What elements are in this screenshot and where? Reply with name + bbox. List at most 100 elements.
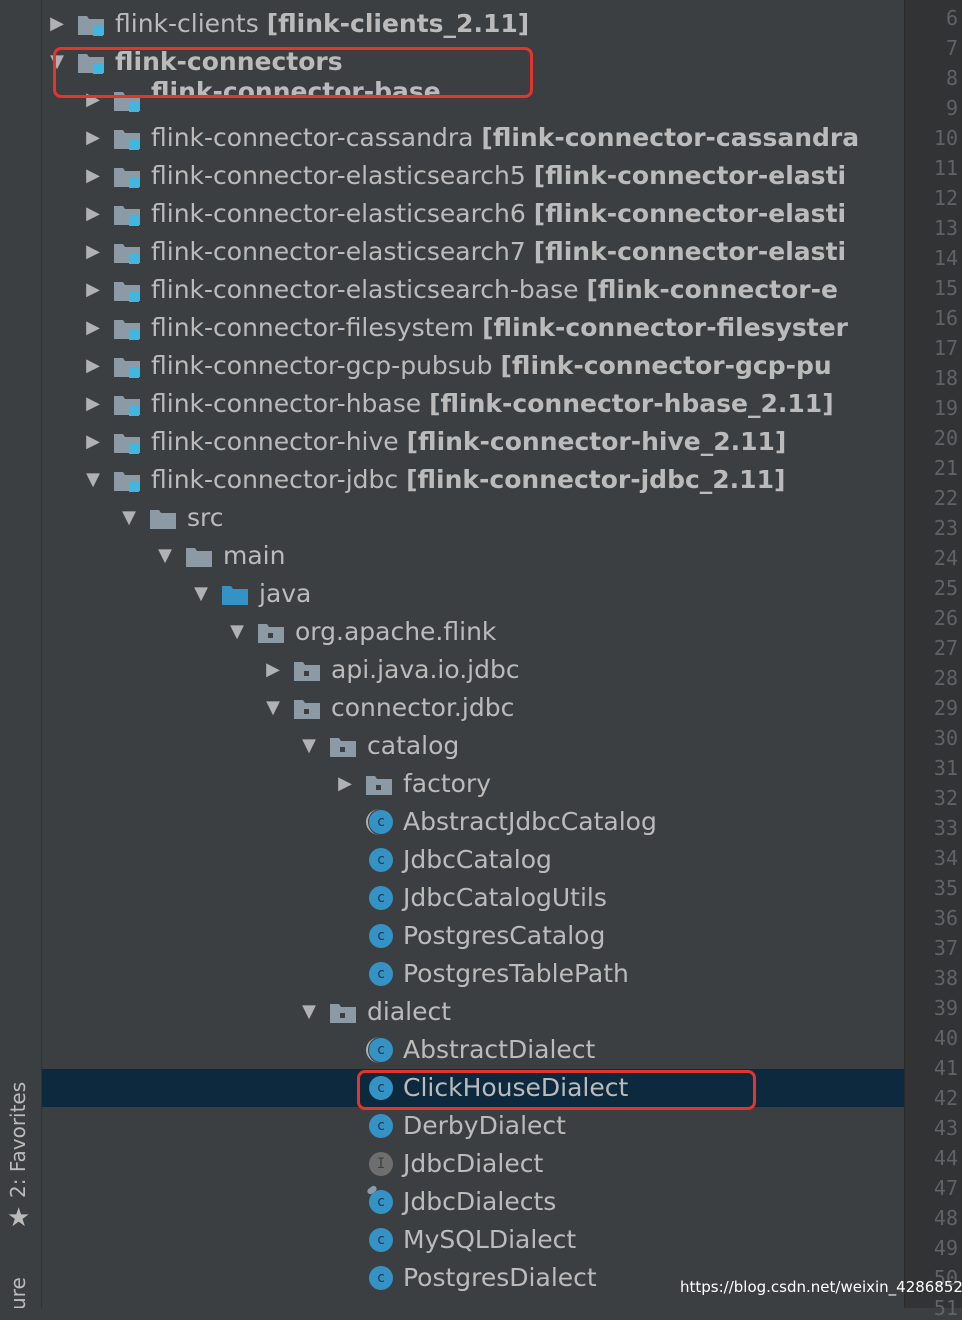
tree-row[interactable]: ▶ flink-clients [flink-clients_2.11]: [42, 5, 904, 43]
tree-row[interactable]: c JdbcCatalogUtils: [42, 879, 904, 917]
tree-item-label: src: [187, 499, 224, 537]
tree-row[interactable]: ▼ catalog: [42, 727, 904, 765]
expanded-arrow-icon[interactable]: ▼: [119, 499, 139, 537]
class-icon: c: [369, 886, 393, 910]
tree-row[interactable]: ▼ main: [42, 537, 904, 575]
module-icon: [77, 13, 105, 37]
collapsed-arrow-icon[interactable]: ▶: [83, 119, 103, 157]
module-icon: [113, 127, 141, 151]
module-icon: [113, 317, 141, 341]
line-number: 16: [933, 306, 958, 330]
tree-row[interactable]: c AbstractJdbcCatalog: [42, 803, 904, 841]
expanded-arrow-icon[interactable]: ▼: [155, 537, 175, 575]
tree-row[interactable]: ▶ flink-connector-elasticsearch6 [flink-c…: [42, 195, 904, 233]
module-name-suffix: [flink-connector-jdbc_2.11]: [406, 465, 786, 494]
tree-row[interactable]: ▼ flink-connector-jdbc [flink-connector-j…: [42, 461, 904, 499]
expanded-arrow-icon[interactable]: ▼: [191, 575, 211, 613]
tree-item-label: main: [223, 537, 285, 575]
line-number-gutter: 6 7 8 9 10 11 12 13 14 15 16 17 18 19 20 21 22 23 24 25 26 27…: [904, 0, 962, 1320]
item-name: org.apache.flink: [295, 617, 497, 646]
item-name: JdbcCatalogUtils: [403, 883, 607, 912]
expanded-arrow-icon[interactable]: ▼: [263, 689, 283, 727]
tree-item-label: flink-connector-elasticsearch-base [flin…: [151, 271, 838, 309]
item-name: JdbcCatalog: [403, 845, 552, 874]
tree-row[interactable]: ▶ factory: [42, 765, 904, 803]
tree-row[interactable]: c JdbcCatalog: [42, 841, 904, 879]
line-number: 44: [933, 1146, 958, 1170]
tree-row[interactable]: ▶ flink-connector-filesystem [flink-conne…: [42, 309, 904, 347]
expanded-arrow-icon[interactable]: ▼: [227, 613, 247, 651]
line-number: 13: [933, 216, 958, 240]
line-number: 51: [933, 1296, 958, 1320]
tree-row[interactable]: c PostgresCatalog: [42, 917, 904, 955]
tree-row[interactable]: ▶ flink-connector-elasticsearch-base [fli…: [42, 271, 904, 309]
expanded-arrow-icon[interactable]: ▼: [83, 461, 103, 499]
highlight-clickhouse-dialect: [357, 1070, 756, 1110]
tree-row[interactable]: ▶ flink-connector-hive [flink-connector-h…: [42, 423, 904, 461]
collapsed-arrow-icon[interactable]: ▶: [83, 195, 103, 233]
line-number: 35: [933, 876, 958, 900]
tree-row[interactable]: ▼ org.apache.flink: [42, 613, 904, 651]
abstract-class-icon: c: [366, 809, 393, 835]
tree-item-label: JdbcCatalogUtils: [403, 879, 607, 917]
module-icon: [113, 279, 141, 303]
tree-item-label: flink-connector-elasticsearch7 [flink-co…: [151, 233, 846, 271]
tree-row[interactable]: I JdbcDialect: [42, 1145, 904, 1183]
collapsed-arrow-icon[interactable]: ▶: [83, 233, 103, 271]
item-name: flink-connector-elasticsearch7: [151, 237, 526, 266]
interface-icon: I: [369, 1152, 393, 1176]
tree-row[interactable]: ▼ src: [42, 499, 904, 537]
collapsed-arrow-icon[interactable]: ▶: [83, 309, 103, 347]
tree-item-label: flink-connector-filesystem [flink-connec…: [151, 309, 848, 347]
line-number: 29: [933, 696, 958, 720]
tree-row[interactable]: ▶ flink-connector-hbase [flink-connector-…: [42, 385, 904, 423]
line-number: 41: [933, 1056, 958, 1080]
collapsed-arrow-icon[interactable]: ▶: [83, 271, 103, 309]
tree-row[interactable]: ▶ api.java.io.jdbc: [42, 651, 904, 689]
tree-row[interactable]: ▶ flink-connector-elasticsearch7 [flink-c…: [42, 233, 904, 271]
item-name: flink-connector-hbase: [151, 389, 422, 418]
tree-row[interactable]: c JdbcDialects: [42, 1183, 904, 1221]
star-icon[interactable]: ★: [7, 1205, 30, 1231]
collapsed-arrow-icon[interactable]: ▶: [335, 765, 355, 803]
class-icon: c: [369, 848, 393, 872]
collapsed-arrow-icon[interactable]: ▶: [83, 157, 103, 195]
tree-row[interactable]: c MySQLDialect: [42, 1221, 904, 1259]
collapsed-arrow-icon[interactable]: ▶: [83, 385, 103, 423]
module-icon: [113, 469, 141, 493]
collapsed-arrow-icon[interactable]: ▶: [83, 423, 103, 461]
item-name: AbstractJdbcCatalog: [403, 807, 657, 836]
item-name: flink-connector-elasticsearch-base: [151, 275, 579, 304]
item-name: JdbcDialects: [403, 1187, 557, 1216]
highlight-flink-connectors: [53, 47, 533, 98]
tree-row[interactable]: ▼ dialect: [42, 993, 904, 1031]
tree-row[interactable]: ▶ flink-connector-gcp-pubsub [flink-conne…: [42, 347, 904, 385]
tree-row[interactable]: ▼ java: [42, 575, 904, 613]
structure-tab[interactable]: ure: [6, 1277, 30, 1308]
collapsed-arrow-icon[interactable]: ▶: [263, 651, 283, 689]
tree-item-label: flink-connector-cassandra [flink-connect…: [151, 119, 859, 157]
tree-row[interactable]: ▼ connector.jdbc: [42, 689, 904, 727]
tree-item-label: dialect: [367, 993, 451, 1031]
expanded-arrow-icon[interactable]: ▼: [299, 993, 319, 1031]
collapsed-arrow-icon[interactable]: ▶: [47, 5, 67, 43]
item-name: flink-connector-filesystem: [151, 313, 475, 342]
tree-item-label: flink-connector-hbase [flink-connector-h…: [151, 385, 834, 423]
project-tree[interactable]: ▶ flink-clients [flink-clients_2.11] ▼ flin…: [42, 0, 904, 1308]
expanded-arrow-icon[interactable]: ▼: [299, 727, 319, 765]
item-name: flink-clients: [115, 9, 259, 38]
favorites-tab[interactable]: 2: Favorites: [6, 1082, 30, 1198]
line-number: 19: [933, 396, 958, 420]
source-folder-icon: [221, 583, 249, 607]
tree-row[interactable]: ▶ flink-connector-elasticsearch5 [flink-c…: [42, 157, 904, 195]
line-number: 23: [933, 516, 958, 540]
collapsed-arrow-icon[interactable]: ▶: [83, 347, 103, 385]
class-icon: c: [369, 1228, 393, 1252]
tree-row[interactable]: c AbstractDialect: [42, 1031, 904, 1069]
module-icon: [113, 355, 141, 379]
tree-row[interactable]: c PostgresTablePath: [42, 955, 904, 993]
tree-row[interactable]: ▶ flink-connector-cassandra [flink-connec…: [42, 119, 904, 157]
line-number: 33: [933, 816, 958, 840]
tree-row[interactable]: c DerbyDialect: [42, 1107, 904, 1145]
line-number: 15: [933, 276, 958, 300]
